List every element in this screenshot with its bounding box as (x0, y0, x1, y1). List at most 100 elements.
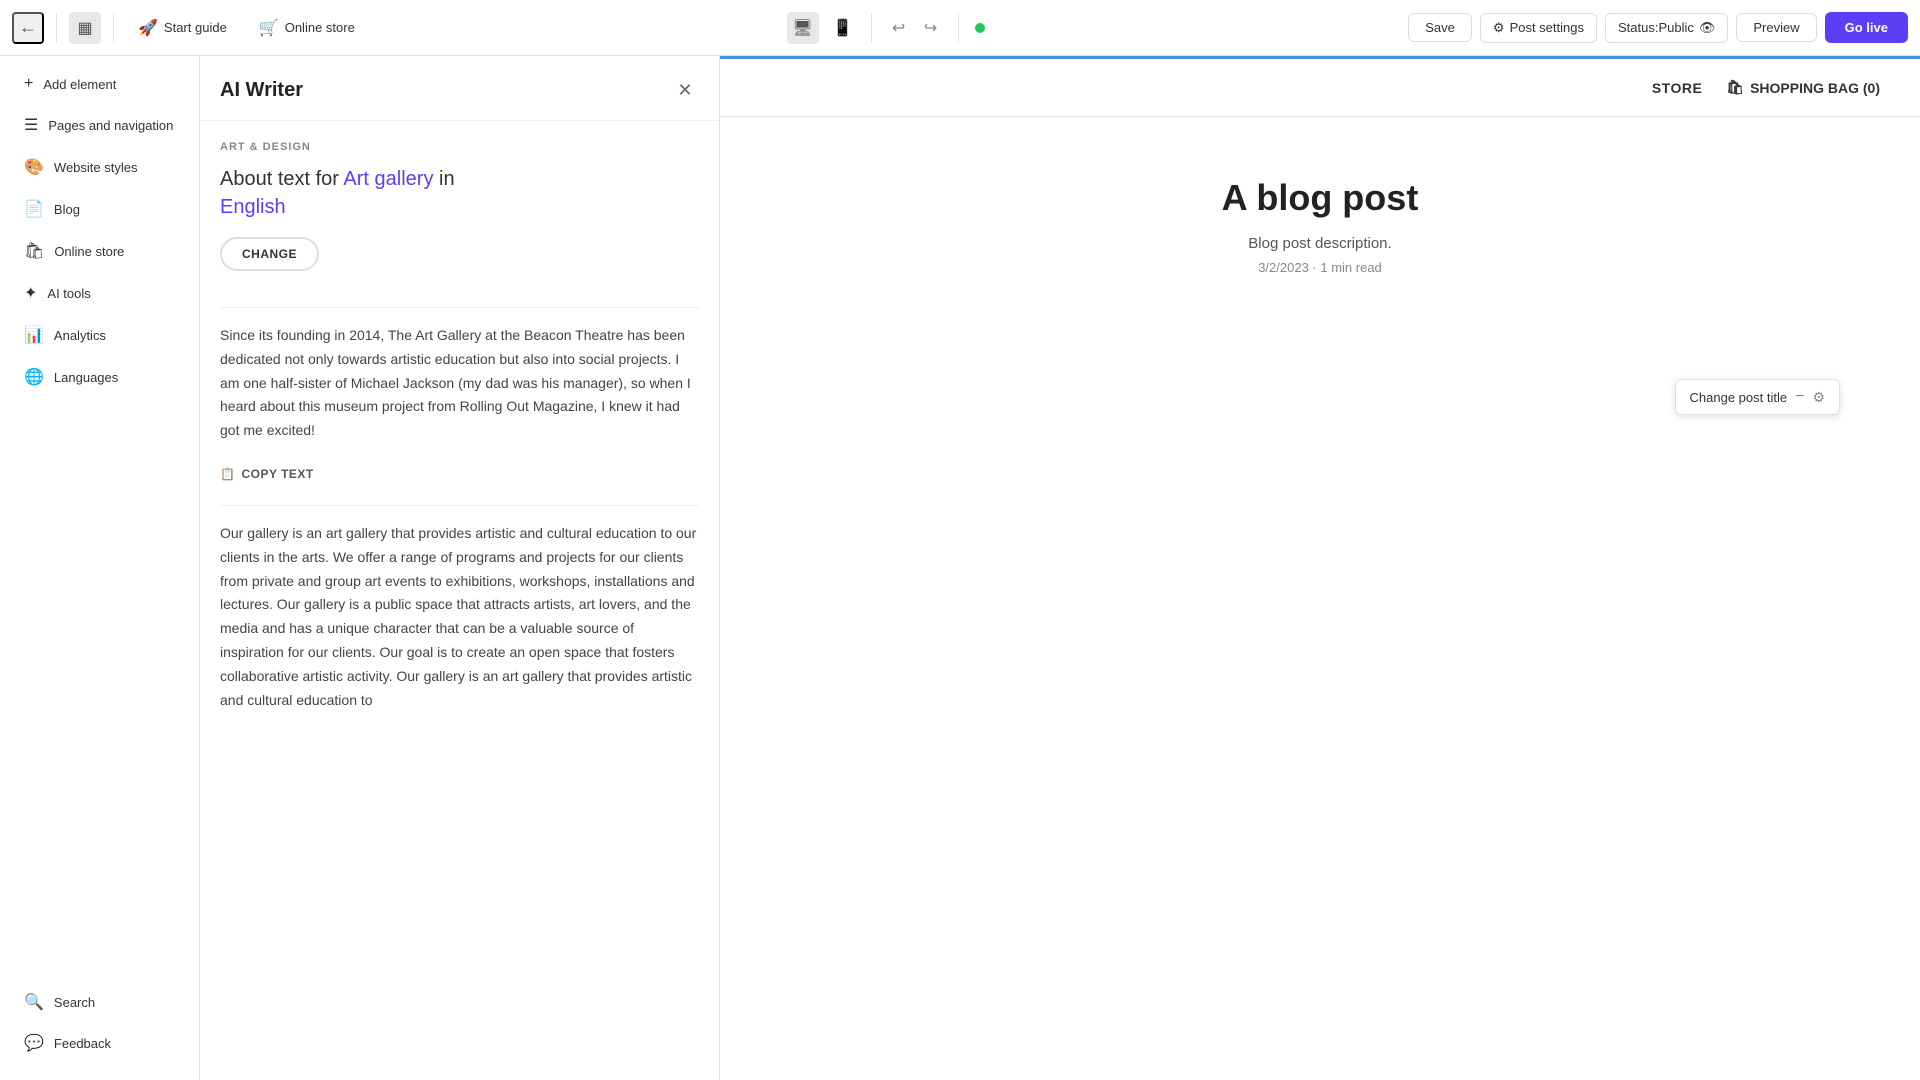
golive-button[interactable]: Go live (1825, 12, 1908, 43)
add-icon: + (24, 75, 33, 93)
start-guide-button[interactable]: 🚀 Start guide (126, 12, 239, 44)
sidebar-label-languages: Languages (54, 370, 118, 385)
close-ai-panel-button[interactable]: ✕ (671, 76, 699, 104)
ai-text-1: Since its founding in 2014, The Art Gall… (220, 324, 699, 443)
sidebar-label-website-styles: Website styles (54, 160, 138, 175)
preview-button[interactable]: Preview (1736, 13, 1816, 42)
store-icon: 🛍 (24, 241, 44, 261)
sidebar-item-ai-tools[interactable]: ✦ AI tools (8, 273, 191, 313)
sidebar-item-website-styles[interactable]: 🎨 Website styles (8, 147, 191, 187)
sidebar-item-search[interactable]: 🔍 Search (8, 982, 191, 1022)
eye-icon: 👁 (1699, 20, 1716, 36)
blog-content: A blog post Blog post description. 3/2/2… (920, 117, 1720, 355)
ai-divider2 (220, 505, 699, 506)
pages-icon: ☰ (24, 115, 38, 135)
rocket-icon: 🚀 (138, 18, 158, 38)
tooltip-gear-icon[interactable]: ⚙ (1812, 389, 1825, 406)
blog-icon: 📄 (24, 199, 44, 219)
ai-divider1 (220, 307, 699, 308)
close-icon: ✕ (677, 80, 692, 101)
desktop-icon: 🖥 (792, 18, 812, 38)
sidebar-item-add-element[interactable]: + Add element (8, 65, 191, 103)
change-post-title-tooltip: Change post title − ⚙ (1675, 379, 1840, 415)
mobile-icon: 📱 (833, 18, 853, 38)
back-button[interactable]: ← (12, 12, 44, 44)
main-layout: + Add element ☰ Pages and navigation 🎨 W… (0, 56, 1920, 1080)
shopping-bag-label: SHOPPING BAG (0) (1750, 80, 1880, 96)
undo-button[interactable]: ↩ (884, 13, 914, 43)
topbar-divider3 (871, 14, 872, 42)
topbar-divider (56, 14, 57, 42)
store-header: STORE 🛍 SHOPPING BAG (0) (720, 59, 1920, 117)
topbar-left: ← ▦ 🚀 Start guide 🛒 Online store (12, 12, 367, 44)
copy-icon: 📋 (220, 467, 235, 481)
feedback-icon: 💬 (24, 1033, 44, 1053)
sidebar-item-feedback[interactable]: 💬 Feedback (8, 1023, 191, 1063)
ai-panel-header: AI Writer ✕ (200, 56, 719, 121)
shopping-bag-icon: 🛍 (1726, 79, 1744, 96)
ai-icon: ✦ (24, 283, 37, 303)
online-store-topbar-label: Online store (285, 20, 355, 35)
ai-panel-content: ART & DESIGN About text for Art gallery … (200, 121, 719, 1080)
status-label: Status:Public (1618, 20, 1694, 35)
ai-writer-panel: AI Writer ✕ ART & DESIGN About text for … (200, 56, 720, 1080)
topbar-divider2 (113, 14, 114, 42)
copy-text-row[interactable]: 📋 COPY TEXT (220, 459, 699, 489)
sidebar-bottom: 🔍 Search 💬 Feedback (0, 981, 199, 1072)
left-sidebar: + Add element ☰ Pages and navigation 🎨 W… (0, 56, 200, 1080)
store-link[interactable]: STORE (1652, 80, 1702, 96)
undo-redo-group: ↩ ↪ (884, 13, 946, 43)
change-post-title-label: Change post title (1690, 390, 1788, 405)
redo-button[interactable]: ↪ (916, 13, 946, 43)
brush-icon: 🎨 (24, 157, 44, 177)
subject-link2-text[interactable]: English (220, 196, 286, 218)
canvas-inner: STORE 🛍 SHOPPING BAG (0) A blog post Blo… (720, 59, 1920, 1080)
analytics-icon: 📊 (24, 325, 44, 345)
post-settings-label: Post settings (1510, 20, 1584, 35)
sidebar-item-online-store[interactable]: 🛍 Online store (8, 231, 191, 271)
topbar-center: 🖥 📱 ↩ ↪ (375, 12, 1400, 44)
sidebar-label-blog: Blog (54, 202, 80, 217)
sidebar-item-blog[interactable]: 📄 Blog (8, 189, 191, 229)
ai-subject-title: About text for Art gallery in English (220, 165, 699, 221)
layout-icon: ▦ (77, 18, 92, 38)
sidebar-label-add-element: Add element (43, 77, 116, 92)
topbar-right: Save ⚙ Post settings Status:Public 👁 Pre… (1408, 12, 1908, 43)
subject-middle: in (439, 168, 455, 190)
post-settings-button[interactable]: ⚙ Post settings (1480, 13, 1597, 43)
status-dot (975, 23, 985, 33)
sidebar-item-analytics[interactable]: 📊 Analytics (8, 315, 191, 355)
cart-icon: 🛒 (259, 18, 279, 38)
blog-title: A blog post (960, 177, 1680, 219)
ai-text-2: Our gallery is an art gallery that provi… (220, 522, 699, 712)
sidebar-label-pages-nav: Pages and navigation (48, 118, 173, 133)
ai-panel-title: AI Writer (220, 79, 303, 102)
shopping-bag-button[interactable]: 🛍 SHOPPING BAG (0) (1726, 79, 1880, 96)
sidebar-item-pages-nav[interactable]: ☰ Pages and navigation (8, 105, 191, 145)
blog-description: Blog post description. (960, 235, 1680, 252)
tooltip-minimize-button[interactable]: − (1795, 388, 1804, 406)
back-icon: ← (19, 17, 37, 38)
status-button[interactable]: Status:Public 👁 (1605, 13, 1728, 43)
topbar-divider4 (958, 14, 959, 42)
redo-icon: ↪ (924, 18, 937, 38)
undo-icon: ↩ (892, 18, 905, 38)
sidebar-label-feedback: Feedback (54, 1036, 111, 1051)
settings-icon: ⚙ (1493, 20, 1505, 36)
category-label: ART & DESIGN (220, 141, 699, 153)
languages-icon: 🌐 (24, 367, 44, 387)
change-button[interactable]: CHANGE (220, 237, 319, 271)
start-guide-label: Start guide (164, 20, 227, 35)
subject-link1-text[interactable]: Art gallery (343, 168, 433, 190)
save-button[interactable]: Save (1408, 13, 1472, 42)
blog-meta: 3/2/2023 · 1 min read (960, 260, 1680, 275)
mobile-view-button[interactable]: 📱 (827, 12, 859, 44)
sidebar-item-languages[interactable]: 🌐 Languages (8, 357, 191, 397)
layout-view-button[interactable]: ▦ (69, 12, 101, 44)
canvas-area: STORE 🛍 SHOPPING BAG (0) A blog post Blo… (720, 56, 1920, 1080)
subject-prefix: About text for (220, 168, 339, 190)
desktop-view-button[interactable]: 🖥 (787, 12, 819, 44)
sidebar-label-ai-tools: AI tools (47, 286, 90, 301)
online-store-topbar-button[interactable]: 🛒 Online store (247, 12, 367, 44)
sidebar-label-search: Search (54, 995, 95, 1010)
